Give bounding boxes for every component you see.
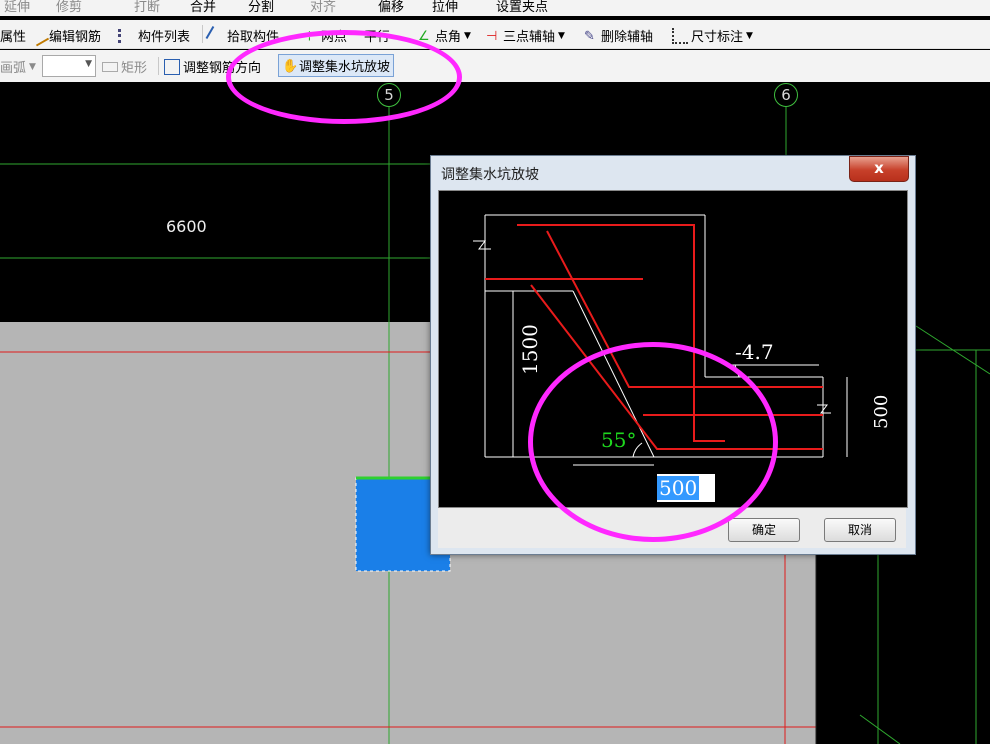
ok-button[interactable]: 确定 xyxy=(728,518,800,542)
tool-component-list[interactable]: 构件列表 xyxy=(118,26,190,45)
toolbar-row1: 属性 编辑钢筋 构件列表 拾取构件 ⊹ 两点 平行 ∠ 点角 ▼ ⊣ 三点辅轴 ▼ ✎ 删除… xyxy=(0,20,990,49)
elevation-label: -4.7 xyxy=(735,340,774,364)
close-button[interactable]: x xyxy=(849,156,909,182)
tool-adjust-rebar-direction[interactable]: 调整钢筋方向 xyxy=(164,57,261,76)
pit-slope-dialog: 调整集水坑放坡 x 1500 -4.7 500 55° 500 确定 取消 xyxy=(430,155,916,555)
arc-mode-select[interactable]: ▼ xyxy=(42,55,96,77)
dimension-label: 6600 xyxy=(166,217,207,236)
tool-offset[interactable]: 偏移 xyxy=(378,0,404,15)
chevron-down-icon: ▼ xyxy=(558,30,565,41)
slope-diagram: 1500 -4.7 500 55° xyxy=(438,190,908,508)
rectangle-icon xyxy=(102,61,118,72)
depth-label: 1500 xyxy=(518,324,542,375)
tool-extend[interactable]: 延伸 xyxy=(4,0,30,15)
slope-figure: 1500 -4.7 500 55° xyxy=(473,214,892,466)
tool-trim[interactable]: 修剪 xyxy=(56,0,82,15)
toolbar-top: 延伸 修剪 打断 合并 分割 对齐 偏移 拉伸 设置夹点 xyxy=(0,0,990,16)
tool-delete-axis[interactable]: ✎ 删除辅轴 xyxy=(584,26,653,46)
tool-properties[interactable]: 属性 xyxy=(0,26,26,45)
tool-grip[interactable]: 设置夹点 xyxy=(496,0,548,15)
dialog-title: 调整集水坑放坡 xyxy=(441,167,539,183)
tool-rectangle[interactable]: 矩形 xyxy=(102,57,147,76)
chevron-down-icon: ▼ xyxy=(464,30,471,41)
cancel-button[interactable]: 取消 xyxy=(824,518,896,542)
slope-width-input[interactable]: 500 xyxy=(657,474,715,502)
tool-stretch[interactable]: 拉伸 xyxy=(432,0,458,15)
dialog-button-bar: 确定 取消 xyxy=(438,508,906,548)
axis-label-6: 6 xyxy=(774,83,798,107)
rotate-icon xyxy=(164,58,180,75)
pencil-icon xyxy=(28,25,50,46)
tool-edit-rebar[interactable]: 编辑钢筋 xyxy=(28,25,101,46)
eraser-icon: ✎ xyxy=(584,28,595,44)
chevron-down-icon: ▼ xyxy=(29,61,36,72)
tool-dimension[interactable]: 尺寸标注 ▼ xyxy=(672,26,753,45)
right-dim-label: 500 xyxy=(871,395,892,429)
axis-label-5: 5 xyxy=(377,83,401,107)
tool-arc[interactable]: 画弧 ▼ xyxy=(0,57,36,76)
tool-split[interactable]: 分割 xyxy=(248,0,274,15)
dropper-icon xyxy=(205,25,227,46)
axis-icon: ⊣ xyxy=(486,28,498,44)
tool-align[interactable]: 对齐 xyxy=(310,0,336,15)
hand-icon: ✋ xyxy=(282,58,299,74)
angle-label: 55° xyxy=(601,428,636,452)
tool-three-point-axis[interactable]: ⊣ 三点辅轴 ▼ xyxy=(486,26,565,46)
angle-icon: ∠ xyxy=(418,28,430,44)
cross-icon: ⊹ xyxy=(304,28,315,44)
tool-parallel[interactable]: 平行 xyxy=(364,26,390,45)
tool-pick-component[interactable]: 拾取构件 xyxy=(205,25,279,46)
tool-break[interactable]: 打断 xyxy=(134,0,160,15)
list-icon xyxy=(118,28,135,43)
chevron-down-icon: ▼ xyxy=(85,59,92,69)
tool-two-points[interactable]: ⊹ 两点 xyxy=(304,26,347,46)
tool-merge[interactable]: 合并 xyxy=(190,0,216,15)
grid-diagonal xyxy=(859,714,901,744)
tool-adjust-pit-slope[interactable]: ✋ 调整集水坑放坡 xyxy=(278,54,395,77)
chevron-down-icon: ▼ xyxy=(746,30,753,41)
tool-point-angle[interactable]: ∠ 点角 ▼ xyxy=(418,26,471,46)
toolbar-row2: 画弧 ▼ ▼ 矩形 调整钢筋方向 ✋ 调整集水坑放坡 xyxy=(0,50,990,82)
dimension-icon xyxy=(672,27,688,44)
